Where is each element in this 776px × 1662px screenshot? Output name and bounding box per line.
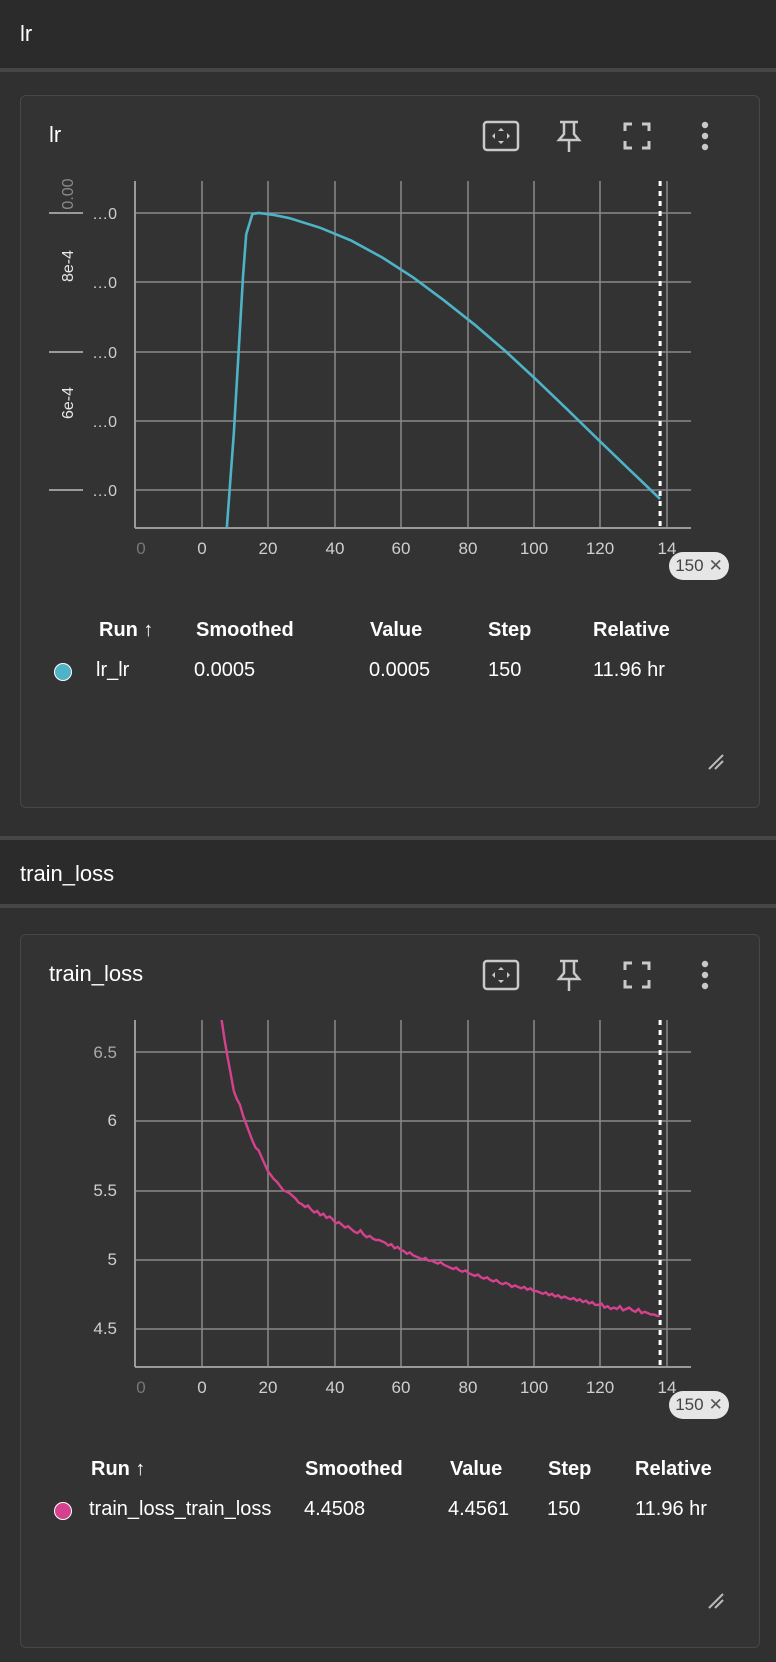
section-title: lr: [20, 21, 33, 46]
column-header-value[interactable]: Value: [450, 1458, 502, 1481]
raw-value: 0.0005: [369, 659, 431, 681]
chart-card-lr: lr 0 0 20 40 60 80 100 120 14 …0 …0 …0 …0 …0 0.00 8e-4 6…: [20, 95, 760, 808]
section-header-train-loss: train_loss: [0, 840, 776, 908]
smoothed-value: 0.0005: [194, 659, 256, 681]
divider: [0, 68, 776, 72]
column-header-step[interactable]: Step: [548, 1458, 591, 1481]
relative-time: 11.96 hr: [593, 659, 665, 681]
step-value: 150: [547, 1498, 581, 1520]
run-color-swatch: [54, 663, 72, 681]
step-value: 150: [488, 659, 522, 681]
resize-handle-icon[interactable]: [707, 1592, 725, 1610]
resize-handle-icon[interactable]: [707, 753, 725, 771]
run-table: Run ↑ Smoothed Value Step Relative train…: [21, 935, 761, 1635]
column-header-smoothed[interactable]: Smoothed: [196, 619, 294, 642]
run-name: lr_lr: [96, 659, 130, 681]
run-table: Run ↑ Smoothed Value Step Relative lr_lr…: [21, 96, 761, 796]
section-header-lr: lr: [0, 0, 776, 68]
column-header-step[interactable]: Step: [488, 619, 531, 642]
divider: [0, 904, 776, 908]
relative-time: 11.96 hr: [635, 1498, 707, 1520]
smoothed-value: 4.4508: [304, 1498, 366, 1520]
column-header-run[interactable]: Run ↑: [99, 619, 153, 642]
run-color-swatch: [54, 1502, 72, 1520]
raw-value: 4.4561: [448, 1498, 510, 1520]
column-header-value[interactable]: Value: [370, 619, 422, 642]
run-name: train_loss_train_loss: [89, 1498, 272, 1520]
column-header-smoothed[interactable]: Smoothed: [305, 1458, 403, 1481]
column-header-run[interactable]: Run ↑: [91, 1458, 145, 1481]
column-header-relative[interactable]: Relative: [593, 619, 670, 642]
column-header-relative[interactable]: Relative: [635, 1458, 712, 1481]
section-title: train_loss: [20, 861, 115, 886]
chart-card-train-loss: train_loss 0 0 20 40 60 80 100 120 14 6.5 6 5.5 5 4.5…: [20, 934, 760, 1648]
